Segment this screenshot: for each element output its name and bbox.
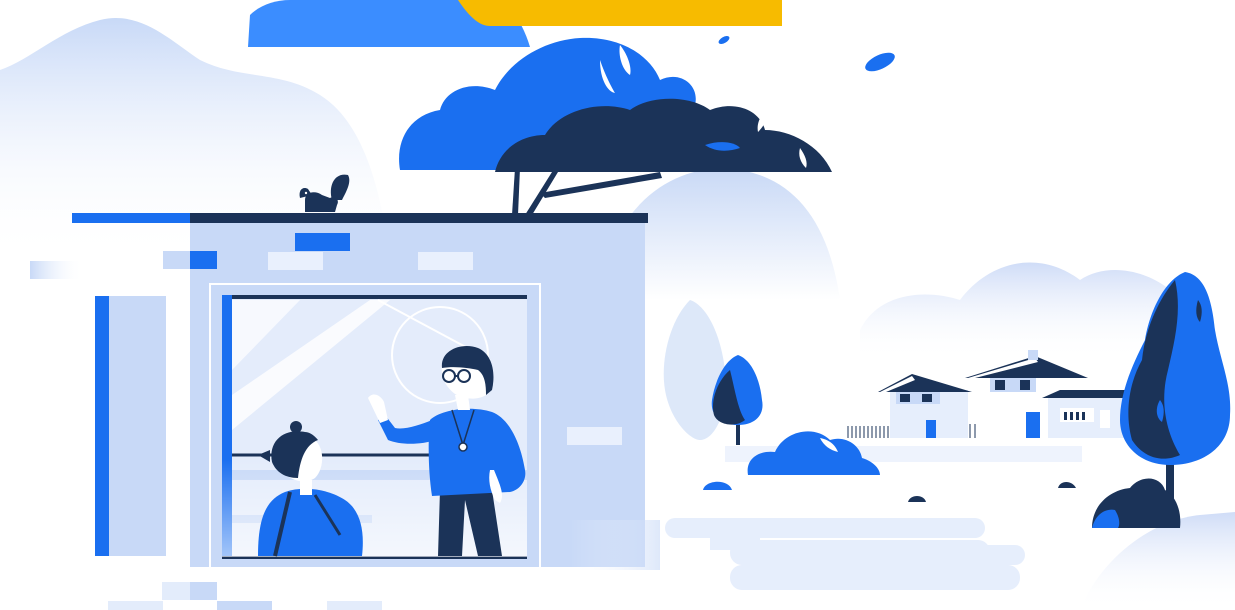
house-right [965,350,1130,438]
illustration-scene [0,0,1235,610]
sun-top-yellow [458,0,782,26]
leaf-small [718,36,730,44]
leaf-floating [865,52,895,72]
mound [908,496,926,502]
cloud-right [860,262,1190,360]
mound [703,481,732,490]
scene-svg [0,0,1235,610]
house-left [878,374,972,438]
mound [1058,482,1076,488]
